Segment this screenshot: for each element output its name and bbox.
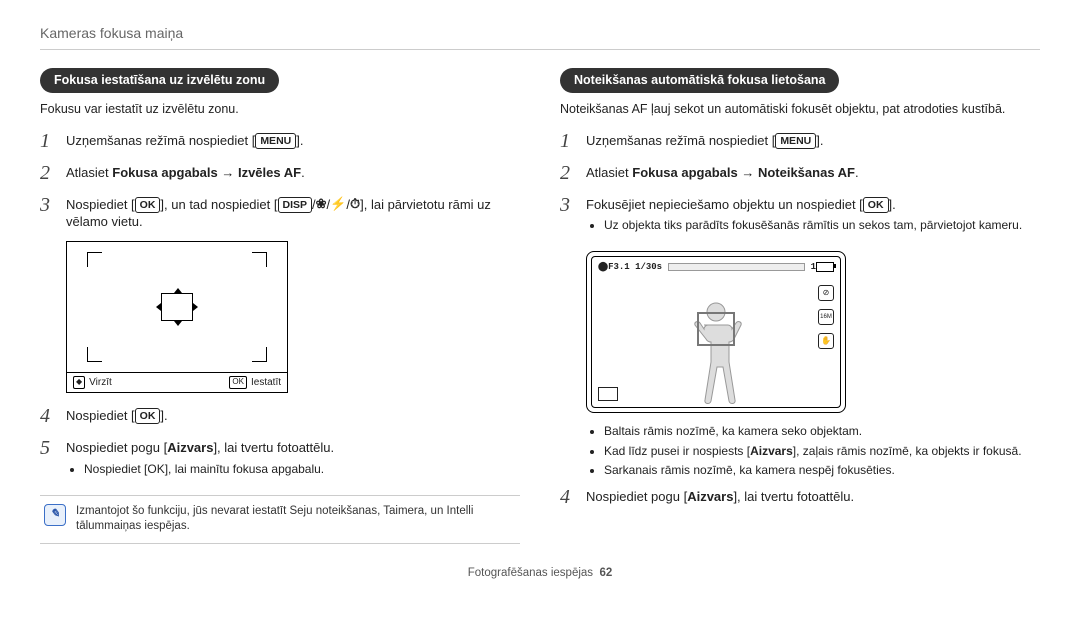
bold-shutter: Aizvars: [167, 440, 213, 455]
info-note: ✎ Izmantojot šo funkciju, jūs nevarat ie…: [40, 495, 520, 544]
ok-button-glyph: OK: [135, 408, 161, 424]
two-column-layout: Fokusa iestatīšana uz izvēlētu zonu Foku…: [40, 68, 1040, 544]
page-footer: Fotografēšanas iespējas 62: [40, 566, 1040, 582]
text: Fokusējiet nepieciešamo objektu un nospi…: [586, 197, 863, 212]
menu-button-glyph: MENU: [255, 133, 296, 149]
text: Uzņemšanas režīmā nospiediet [: [586, 133, 775, 148]
text: ].: [160, 408, 167, 423]
timer-icon: ⏱: [350, 197, 360, 211]
step-number: 1: [40, 130, 58, 152]
text: ], un tad nospiediet [: [160, 197, 277, 212]
text: Nospiediet pogu [: [586, 489, 687, 504]
frame-color-legend: Baltais rāmis nozīmē, ka kamera seko obj…: [586, 423, 1040, 478]
sub-bullet: Uz objekta tiks parādīts fokusēšanās rām…: [604, 217, 1040, 233]
stabilizer-icon: ✋: [818, 333, 834, 349]
step-number: 3: [40, 194, 58, 216]
step-4-left: 4 Nospiediet [OK].: [40, 405, 520, 427]
camera-screen-illustration-right: ⬤ F3.1 1/30s 1 ⊘ 16M ✋: [586, 251, 846, 413]
mode-indicator-icon: ⬤: [598, 261, 608, 273]
flash-icon: ⚡: [330, 197, 346, 211]
exposure-readout: F3.1 1/30s: [608, 261, 662, 273]
step-5-left: 5 Nospiediet pogu [Aizvars], lai tvertu …: [40, 437, 520, 485]
step-number: 3: [560, 194, 578, 216]
ok-button-glyph: OK: [863, 197, 889, 213]
text: Nospiediet [: [66, 197, 135, 212]
steps-left-cont: 4 Nospiediet [OK]. 5 Nospiediet pogu [Ai…: [40, 405, 520, 485]
text: ].: [816, 133, 823, 148]
steps-right: 1 Uzņemšanas režīmā nospiediet [MENU]. 2…: [560, 130, 1040, 242]
step-number: 4: [560, 486, 578, 508]
menu-button-glyph: MENU: [775, 133, 816, 149]
exposure-bar-icon: [668, 263, 805, 271]
step-number: 1: [560, 130, 578, 152]
step-2-left: 2 Atlasiet Fokusa apgabals → Izvēles AF.: [40, 162, 520, 184]
note-text: Izmantojot šo funkciju, jūs nevarat iest…: [76, 504, 516, 535]
sub-bullet: Nospiediet [OK], lai mainītu fokusa apga…: [84, 461, 520, 477]
text: .: [855, 165, 859, 180]
intro-left: Fokusu var iestatīt uz izvēlētu zonu.: [40, 101, 520, 118]
section-pill-left: Fokusa iestatīšana uz izvēlētu zonu: [40, 68, 279, 93]
text: Nospiediet [: [66, 408, 135, 423]
battery-icon: [816, 262, 834, 272]
text: Uzņemšanas režīmā nospiediet [: [66, 133, 255, 148]
legend-item: Kad līdz pusei ir nospiests [Aizvars], z…: [604, 443, 1040, 459]
breadcrumb-header: Kameras fokusa maiņa: [40, 24, 1040, 50]
section-pill-right: Noteikšanas automātiskā fokusa lietošana: [560, 68, 839, 93]
focus-frame-icon: [161, 293, 193, 321]
metering-icon: [598, 387, 618, 401]
step-4-right: 4 Nospiediet pogu [Aizvars], lai tvertu …: [560, 486, 1040, 508]
disp-glyph: DISP: [278, 197, 313, 213]
text: Nospiediet pogu [: [66, 440, 167, 455]
step-3-left: 3 Nospiediet [OK], un tad nospiediet [DI…: [40, 194, 520, 231]
macro-icon: ❀: [316, 197, 327, 211]
camera-screen-illustration-left: ◆Virzīt OKIestatīt: [66, 241, 288, 394]
bold-shutter: Aizvars: [687, 489, 733, 504]
step-1-right: 1 Uzņemšanas režīmā nospiediet [MENU].: [560, 130, 1040, 152]
move-hint: ◆Virzīt: [73, 376, 112, 390]
text: ], lai tvertu fotoattēlu.: [213, 440, 334, 455]
text: Atlasiet: [66, 165, 112, 180]
legend-item: Sarkanais rāmis nozīmē, ka kamera nespēj…: [604, 462, 1040, 478]
set-hint: OKIestatīt: [229, 376, 281, 390]
step-number: 2: [40, 162, 58, 184]
bold-path: Fokusa apgabals → Noteikšanas AF: [632, 165, 855, 180]
step-number: 4: [40, 405, 58, 427]
ok-button-glyph: OK: [135, 197, 161, 213]
right-column: Noteikšanas automātiskā fokusa lietošana…: [560, 68, 1040, 544]
image-size-icon: 16M: [818, 309, 834, 325]
step-2-right: 2 Atlasiet Fokusa apgabals → Noteikšanas…: [560, 162, 1040, 184]
legend-item: Baltais rāmis nozīmē, ka kamera seko obj…: [604, 423, 1040, 439]
info-icon: ✎: [44, 504, 66, 526]
left-column: Fokusa iestatīšana uz izvēlētu zonu Foku…: [40, 68, 520, 544]
step-1-left: 1 Uzņemšanas režīmā nospiediet [MENU].: [40, 130, 520, 152]
text: ], lai tvertu fotoattēlu.: [733, 489, 854, 504]
text: .: [301, 165, 305, 180]
intro-right: Noteikšanas AF ļauj sekot un automātiski…: [560, 101, 1040, 118]
step-3-right: 3 Fokusējiet nepieciešamo objektu un nos…: [560, 194, 1040, 242]
steps-left: 1 Uzņemšanas režīmā nospiediet [MENU]. 2…: [40, 130, 520, 231]
text: ].: [296, 133, 303, 148]
bold-path: Fokusa apgabals → Izvēles AF: [112, 165, 301, 180]
text: Atlasiet: [586, 165, 632, 180]
text: ].: [889, 197, 896, 212]
flash-off-icon: ⊘: [818, 285, 834, 301]
step-number: 2: [560, 162, 578, 184]
steps-right-cont: 4 Nospiediet pogu [Aizvars], lai tvertu …: [560, 486, 1040, 508]
step-number: 5: [40, 437, 58, 459]
tracking-frame-icon: [697, 312, 735, 346]
